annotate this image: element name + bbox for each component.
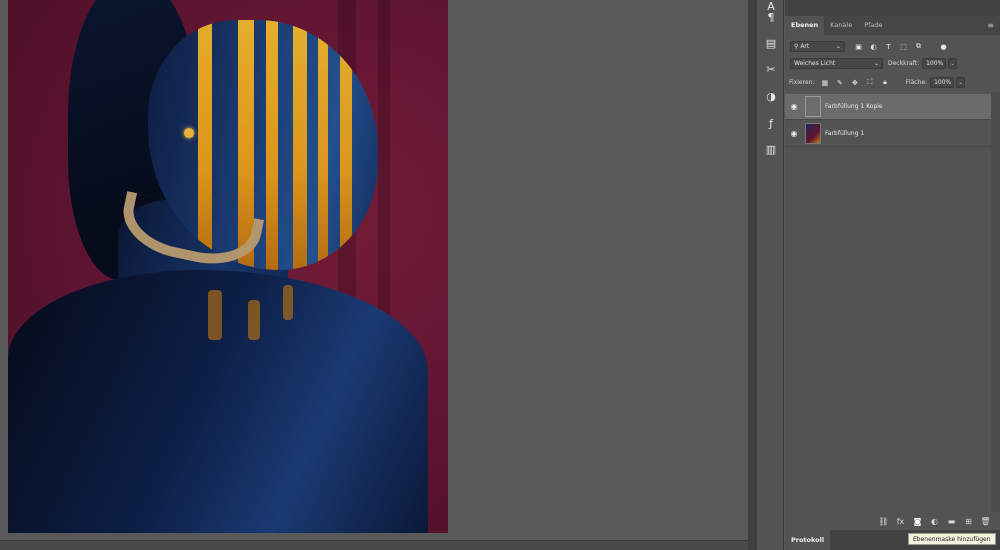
layers-scrollbar[interactable] <box>991 92 1000 512</box>
new-adjustment-icon[interactable]: ◐ <box>926 517 943 526</box>
filter-toggle-icon[interactable]: ● <box>938 41 949 52</box>
blend-mode-value: Weiches Licht <box>794 60 836 67</box>
search-icon: ⚲ <box>794 43 799 50</box>
layer-thumbnail <box>805 96 821 117</box>
layers-bottom-toolbar: ⛓ fx ◙ ◐ ▬ ⊞ 🗑︎ <box>785 512 1000 530</box>
opacity-label: Deckkraft: <box>888 60 920 67</box>
light-stripe-shoulder <box>283 285 293 320</box>
image-canvas[interactable] <box>8 0 448 533</box>
layer-name: Farbfüllung 1 Kopie <box>825 103 883 110</box>
histogram-icon[interactable]: ▥ <box>761 140 781 158</box>
opacity-input[interactable]: 100% <box>922 58 947 69</box>
photoshop-window: A ¶ ▤ ✂ ◑ ƒ ▥ Ebenen Kanäle Pfade ≡ ⚲ Ar… <box>0 0 1000 550</box>
styles-icon[interactable]: ƒ <box>761 114 781 132</box>
panel-divider[interactable] <box>748 0 756 550</box>
light-stripe <box>318 20 328 270</box>
layer-style-icon[interactable]: fx <box>892 517 909 526</box>
shape-filter-icon[interactable]: ⬚ <box>898 41 909 52</box>
adjustments-icon[interactable]: ◑ <box>761 87 781 105</box>
smart-object-filter-icon[interactable]: ⧉ <box>913 41 924 52</box>
adjustment-filter-icon[interactable]: ◐ <box>868 41 879 52</box>
tab-ebenen[interactable]: Ebenen <box>785 16 825 35</box>
lock-position-icon[interactable]: ✥ <box>849 77 860 88</box>
lock-image-icon[interactable]: ✎ <box>834 77 845 88</box>
pixel-filter-icon[interactable]: ▣ <box>853 41 864 52</box>
layer-thumbnail <box>805 123 821 144</box>
opacity-dropdown-icon[interactable]: ⌄ <box>948 58 958 69</box>
fill-label: Fläche: <box>905 79 928 86</box>
tab-kanaele[interactable]: Kanäle <box>824 16 858 35</box>
tab-pfade[interactable]: Pfade <box>858 16 888 35</box>
panel-tabs: Ebenen Kanäle Pfade ≡ <box>785 16 1000 35</box>
lock-all-icon[interactable]: 🔒︎ <box>879 77 890 88</box>
paragraph-icon[interactable]: ¶ <box>761 8 781 26</box>
filter-kind-value: Art <box>800 43 810 50</box>
panel-header-bar <box>785 0 1000 16</box>
type-filter-icon[interactable]: T <box>883 41 894 52</box>
layers-panel: Ebenen Kanäle Pfade ≡ ⚲ Art ⌄ ▣ ◐ T ⬚ ⧉ … <box>785 16 1000 530</box>
layer-filter-row: ⚲ Art ⌄ ▣ ◐ T ⬚ ⧉ ● <box>790 41 1000 52</box>
blend-row: Weiches Licht ⌄ Deckkraft: 100% ⌄ <box>790 58 1000 69</box>
light-stripe-shoulder <box>208 290 222 340</box>
chevron-down-icon: ⌄ <box>873 60 879 67</box>
document-workspace <box>0 0 748 540</box>
visibility-eye-icon[interactable]: ◉ <box>785 129 803 138</box>
lock-transparency-icon[interactable]: ▦ <box>819 77 830 88</box>
layer-row-farbfuellung[interactable]: ◉ Farbfüllung 1 <box>785 121 991 147</box>
blend-mode-select[interactable]: Weiches Licht ⌄ <box>790 58 883 69</box>
new-layer-icon[interactable]: ⊞ <box>960 517 977 526</box>
lock-row: Fixieren: ▦ ✎ ✥ ⛶ 🔒︎ Fläche: 100% ⌄ <box>789 77 1000 88</box>
light-stripe <box>293 20 307 270</box>
light-stripe <box>340 20 352 270</box>
layer-row-farbfuellung-kopie[interactable]: ◉ Farbfüllung 1 Kopie <box>785 94 991 120</box>
layer-name: Farbfüllung 1 <box>825 130 865 137</box>
panel-menu-icon[interactable]: ≡ <box>981 16 1000 35</box>
tab-protokoll[interactable]: Protokoll <box>785 530 831 550</box>
new-group-icon[interactable]: ▬ <box>943 517 960 526</box>
light-stripe <box>266 20 278 270</box>
photo-earring <box>184 128 194 138</box>
panel-toolstrip: A ¶ ▤ ✂ ◑ ƒ ▥ <box>756 0 784 550</box>
tools-icon[interactable]: ✂ <box>761 60 781 78</box>
properties-icon[interactable]: ▤ <box>761 34 781 52</box>
horizontal-scrollbar[interactable] <box>0 540 748 550</box>
fill-dropdown-icon[interactable]: ⌄ <box>956 77 966 88</box>
tooltip: Ebenenmaske hinzufügen <box>908 533 996 545</box>
visibility-eye-icon[interactable]: ◉ <box>785 102 803 111</box>
filter-kind-select[interactable]: ⚲ Art ⌄ <box>790 41 845 52</box>
lock-artboard-icon[interactable]: ⛶ <box>864 77 875 88</box>
delete-layer-icon[interactable]: 🗑︎ <box>977 517 994 526</box>
add-mask-icon[interactable]: ◙ <box>909 517 926 526</box>
lock-label: Fixieren: <box>789 79 815 86</box>
chevron-down-icon: ⌄ <box>835 43 841 50</box>
light-stripe-shoulder <box>248 300 260 340</box>
link-layers-icon[interactable]: ⛓ <box>875 517 892 526</box>
fill-input[interactable]: 100% <box>930 77 955 88</box>
